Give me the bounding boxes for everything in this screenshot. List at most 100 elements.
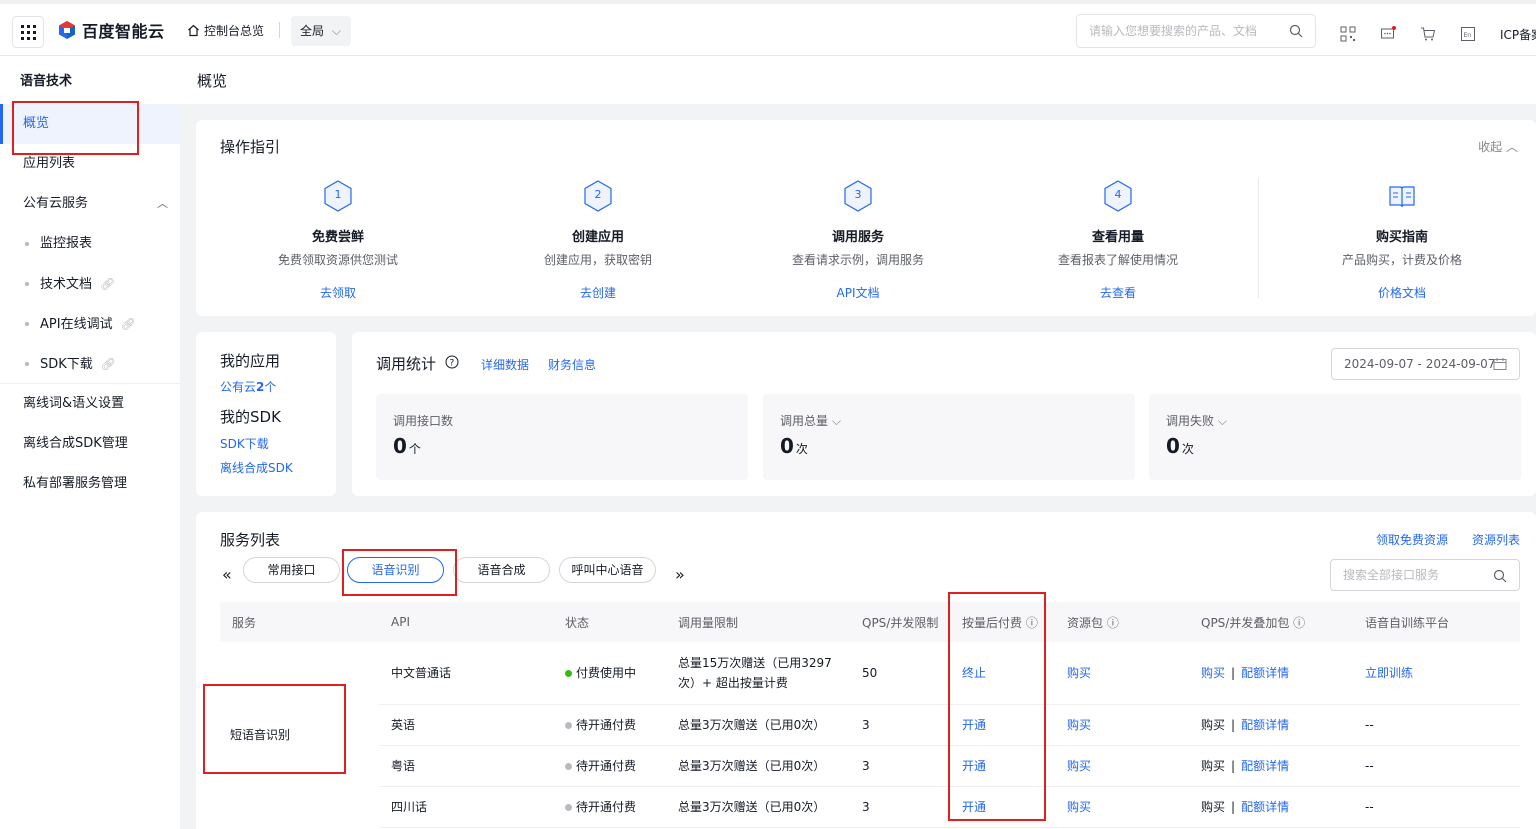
tab-common-api[interactable]: 常用接口	[243, 557, 340, 583]
date-range-picker[interactable]: 2024-09-07 - 2024-09-07	[1331, 348, 1520, 380]
status-badge: 待开通付费	[553, 745, 666, 787]
status-dot-icon	[565, 804, 572, 811]
sdk-download-link[interactable]: SDK下载	[220, 435, 269, 452]
claim-free-resource-link[interactable]: 领取免费资源	[1376, 531, 1448, 548]
api-doc-link[interactable]: API文档	[837, 286, 880, 300]
enable-postpaid-link[interactable]: 开通	[962, 718, 986, 732]
quota-detail-link[interactable]: 配额详情	[1241, 759, 1289, 773]
bullet-icon	[25, 362, 29, 366]
create-link[interactable]: 去创建	[580, 286, 616, 300]
sidebar-item-label: 离线词&语义设置	[23, 396, 125, 411]
buy-pack-link[interactable]: 购买	[1067, 718, 1091, 732]
apps-link-prefix: 公有云	[220, 380, 257, 394]
sidebar-item-label: 技术文档	[40, 277, 93, 292]
guide-step-purchase: 购买指南 产品购买，计费及价格 价格文档	[1282, 180, 1522, 301]
service-search	[1330, 559, 1520, 591]
step-number: 2	[594, 188, 602, 201]
status-text: 待开通付费	[576, 800, 637, 814]
offline-tts-sdk-link[interactable]: 离线合成SDK	[220, 459, 293, 476]
col-qps: QPS/并发限制	[850, 602, 950, 642]
view-usage-link[interactable]: 去查看	[1100, 286, 1136, 300]
console-home-label: 控制台总览	[204, 24, 265, 38]
buy-pack-link[interactable]: 购买	[1067, 666, 1091, 680]
step-title: 创建应用	[571, 230, 624, 245]
external-link-icon: 🔗︎	[100, 277, 116, 291]
tab-speech-recognition[interactable]: 语音识别	[347, 557, 444, 583]
sidebar-item-label: 概览	[23, 116, 50, 131]
quota-detail-link[interactable]: 配额详情	[1241, 666, 1289, 680]
col-service: 服务	[220, 602, 379, 642]
price-doc-link[interactable]: 价格文档	[1378, 286, 1426, 300]
message-icon[interactable]	[1380, 26, 1396, 42]
region-select[interactable]: 全局 ⌵	[291, 16, 351, 46]
search-icon[interactable]	[1493, 569, 1507, 583]
scroll-left-icon[interactable]: «	[222, 565, 232, 584]
qps-pack-cell: 购买 | 配额详情	[1189, 786, 1353, 828]
step-desc: 创建应用，获取密钥	[543, 253, 652, 267]
cart-icon[interactable]	[1420, 26, 1436, 42]
qps-cell: 3	[850, 786, 950, 828]
enable-postpaid-link[interactable]: 开通	[962, 759, 986, 773]
my-apps-title: 我的应用	[220, 352, 281, 370]
guide-step-1: 1 免费尝鲜 免费领取资源供您测试 去领取	[218, 180, 458, 301]
global-search-input[interactable]	[1077, 15, 1277, 47]
quota-detail-link[interactable]: 配额详情	[1241, 718, 1289, 732]
finance-info-link[interactable]: 财务信息	[548, 356, 596, 373]
icp-filing-link[interactable]: ICP备案	[1500, 26, 1536, 43]
guide-step-3: 3 调用服务 查看请求示例，调用服务 API文档	[738, 180, 978, 301]
sidebar-item-private-deploy[interactable]: 私有部署服务管理	[0, 464, 180, 504]
api-name: 粤语	[379, 745, 553, 787]
sidebar-item-tech-docs[interactable]: 技术文档 🔗︎	[0, 264, 180, 304]
sidebar-item-monitoring[interactable]: 监控报表	[0, 224, 180, 264]
chevron-down-icon: ⌵	[831, 414, 841, 428]
collapse-button[interactable]: 收起 ︿	[1478, 138, 1518, 155]
resource-list-link[interactable]: 资源列表	[1472, 531, 1520, 548]
language-switch-icon[interactable]: En	[1460, 26, 1476, 42]
service-table: 服务 API 状态 调用量限制 QPS/并发限制 按量后付费 ⓘ 资源包 ⓘ Q…	[220, 602, 1520, 828]
buy-pack-link[interactable]: 购买	[1067, 759, 1091, 773]
buy-pack-link[interactable]: 购买	[1067, 800, 1091, 814]
sidebar-item-api-debug[interactable]: API在线调试 🔗︎	[0, 304, 180, 344]
col-pack-label: 资源包	[1067, 615, 1104, 630]
sidebar-item-offline-words[interactable]: 离线词&语义设置	[0, 384, 180, 424]
sidebar-item-offline-tts-sdk[interactable]: 离线合成SDK管理	[0, 424, 180, 464]
svg-text:?: ?	[450, 359, 455, 369]
buy-qps-link[interactable]: 购买	[1201, 666, 1225, 680]
buy-qps-text: 购买	[1201, 759, 1226, 773]
quota-detail-link[interactable]: 配额详情	[1241, 800, 1289, 814]
train-cell: --	[1353, 786, 1520, 828]
service-search-input[interactable]	[1331, 560, 1481, 590]
sidebar-item-label: SDK下载	[40, 357, 93, 372]
step-1-icon: 1	[323, 180, 353, 212]
public-cloud-apps-link[interactable]: 公有云2个	[220, 378, 276, 395]
sidebar-item-app-list[interactable]: 应用列表	[0, 144, 180, 184]
product-menu-grid-icon[interactable]	[12, 16, 44, 48]
calendar-icon	[1493, 358, 1507, 370]
qrcode-icon[interactable]	[1340, 26, 1356, 42]
stop-postpaid-link[interactable]: 终止	[962, 666, 986, 680]
help-icon[interactable]: ?	[445, 355, 459, 369]
guide-step-4: 4 查看用量 查看报表了解使用情况 去查看	[998, 180, 1238, 301]
help-icon[interactable]: ⓘ	[1107, 616, 1119, 630]
step-title: 查看用量	[1091, 230, 1144, 245]
claim-link[interactable]: 去领取	[320, 286, 356, 300]
console-home-link[interactable]: 控制台总览	[187, 22, 264, 39]
search-icon[interactable]	[1289, 24, 1303, 38]
brand-logo[interactable]: 百度智能云	[57, 18, 165, 42]
help-icon[interactable]: ⓘ	[1026, 616, 1038, 630]
scroll-right-icon[interactable]: »	[675, 565, 685, 584]
sidebar-item-sdk-download[interactable]: SDK下载 🔗︎	[0, 344, 180, 384]
tab-speech-synthesis[interactable]: 语音合成	[453, 557, 550, 583]
sidebar-item-overview[interactable]: 概览	[0, 104, 180, 144]
stat-label-dropdown[interactable]: 调用总量 ⌵	[780, 412, 841, 429]
call-stats-card: 调用统计 ? 详细数据 财务信息 2024-09-07 - 2024-09-07…	[352, 332, 1536, 496]
help-icon[interactable]: ⓘ	[1293, 616, 1305, 630]
tab-label: 常用接口	[267, 563, 316, 577]
tab-call-center[interactable]: 呼叫中心语音	[559, 557, 656, 583]
home-icon	[188, 24, 199, 37]
stat-label-dropdown[interactable]: 调用失败 ⌵	[1166, 412, 1227, 429]
enable-postpaid-link[interactable]: 开通	[962, 800, 986, 814]
detail-data-link[interactable]: 详细数据	[481, 356, 529, 373]
train-now-link[interactable]: 立即训练	[1365, 666, 1413, 680]
sidebar-item-public-cloud[interactable]: 公有云服务 ︿	[0, 184, 180, 224]
